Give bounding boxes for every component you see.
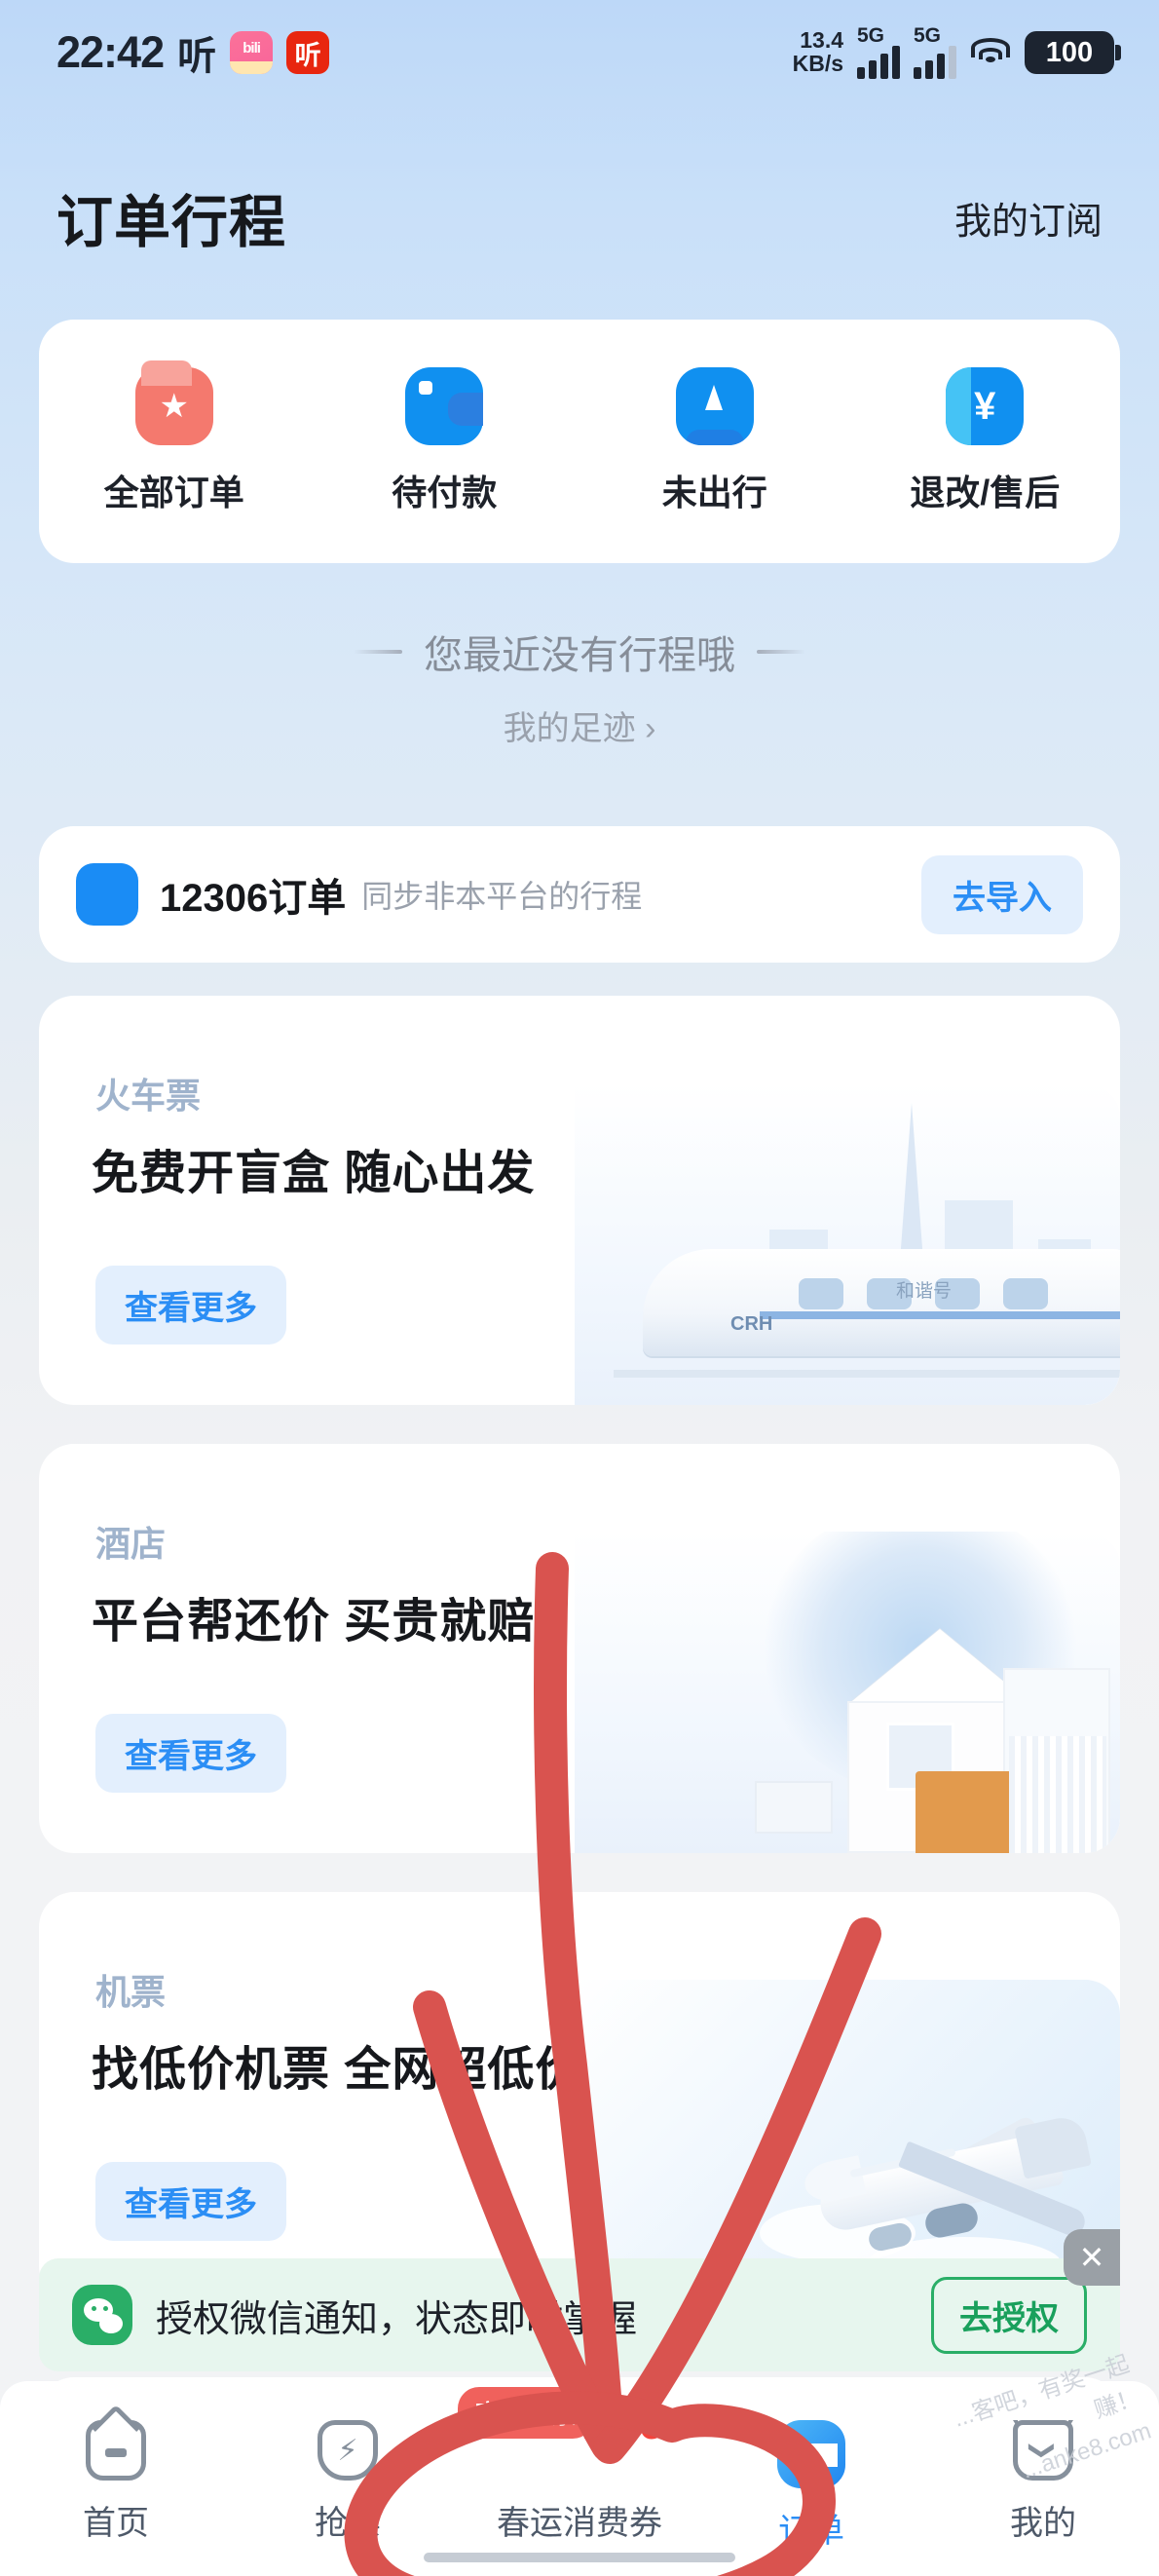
tab-orders[interactable]: 订单 (695, 2420, 927, 2552)
network-speed-unit: KB/s (792, 51, 843, 76)
promo-headline: 找低价机票 全网超低价 (92, 2044, 583, 2096)
status-time: 22:42 (56, 27, 165, 77)
empty-trip-state: 您最近没有行程哦 我的足迹 › (0, 624, 1159, 749)
wallet-icon (405, 367, 484, 445)
train-shape: CRH 和谐号 (643, 1249, 1120, 1356)
import-subtitle: 同步非本平台的行程 (361, 879, 643, 914)
my-footprints-label: 我的足迹 (503, 710, 636, 747)
status-bar-left: 22:42 听 bili 听 (56, 24, 330, 81)
my-footprints-link[interactable]: 我的足迹 › (0, 701, 1159, 749)
sim1-signal: 5G (857, 24, 900, 79)
airplane-shape (779, 2113, 1101, 2262)
wechat-authorize-button[interactable]: 去授权 (931, 2276, 1087, 2354)
divider-left (354, 650, 402, 654)
quick-action-label: 未出行 (661, 473, 767, 512)
wechat-icon (72, 2285, 132, 2345)
flight-illustration (575, 1980, 1120, 2301)
promo-more-button[interactable]: 查看更多 (95, 1714, 286, 1793)
home-indicator (424, 2553, 735, 2562)
status-bar: 22:42 听 bili 听 13.4 KB/s 5G 5G 100 (0, 0, 1159, 105)
grab-ticket-badge: 高速抢票 (458, 2387, 595, 2439)
battery-indicator: 100 (1025, 31, 1121, 74)
chevron-right-icon: › (645, 710, 656, 747)
lightning-ticket-icon (318, 2420, 378, 2481)
tab-label: 订单 (778, 2513, 844, 2550)
wifi-icon (970, 36, 1011, 69)
promo-more-button[interactable]: 查看更多 (95, 1266, 286, 1345)
signal-bars-icon (857, 46, 900, 79)
sim1-network-label: 5G (857, 24, 885, 47)
listening-glyph: 听 (177, 35, 217, 78)
yen-refund-icon: ¥ (946, 367, 1025, 445)
tab-mine[interactable]: 我的 (927, 2420, 1159, 2544)
empty-state-row: 您最近没有行程哦 (0, 624, 1159, 680)
home-icon (86, 2420, 146, 2481)
promo-card-flight[interactable]: 机票 找低价机票 全网超低价 查看更多 (39, 1892, 1120, 2301)
promo-kicker: 酒店 (95, 1524, 167, 1564)
ting-app-icon: 听 (286, 31, 330, 74)
quick-action-label: 全部订单 (103, 473, 244, 512)
page-title-text: 订单行程 (56, 191, 287, 254)
tab-label: 春运消费券 (497, 2505, 662, 2542)
promo-headline: 平台帮还价 买贵就赔 (92, 1596, 536, 1648)
import-12306-row[interactable]: 12306订单 同步非本平台的行程 去导入 (39, 826, 1120, 963)
promo-more-button[interactable]: 查看更多 (95, 2162, 286, 2241)
quick-action-all-orders[interactable]: 全部订单 (39, 360, 310, 515)
sim2-network-label: 5G (914, 24, 942, 47)
user-avatar-icon (76, 863, 138, 926)
import-title: 12306订单 (160, 877, 347, 920)
page-title: 订单行程 (53, 176, 287, 262)
tab-home[interactable]: 首页 (0, 2420, 232, 2544)
promo-kicker: 火车票 (95, 1076, 202, 1116)
promo-card-hotel[interactable]: 酒店 平台帮还价 买贵就赔 查看更多 (39, 1444, 1120, 1853)
network-speed: 13.4 KB/s (792, 27, 843, 76)
train-crh-label: CRH (730, 1313, 773, 1335)
quick-action-label: 退改/售后 (910, 473, 1061, 512)
folder-star-icon (134, 360, 213, 445)
quick-action-label: 待付款 (392, 473, 498, 512)
quick-action-refund-aftersales[interactable]: ¥ 退改/售后 (850, 367, 1121, 515)
tab-grab-ticket[interactable]: 抢票 (232, 2420, 464, 2544)
order-icon (777, 2420, 845, 2488)
quick-action-not-traveled[interactable]: 未出行 (580, 367, 850, 515)
bottom-tab-bar: 首页 抢票 高速抢票 ¥100 春运消费券 订单 我的 (0, 2381, 1159, 2576)
empty-state-text: 您最近没有行程哦 (424, 634, 735, 677)
promo-headline: 免费开盲盒 随心出发 (92, 1148, 536, 1199)
signal-bars-icon (914, 46, 956, 79)
quick-actions-card: 全部订单 待付款 未出行 ¥ 退改/售后 (39, 320, 1120, 563)
profile-icon (1013, 2420, 1073, 2481)
tab-label: 我的 (1010, 2505, 1076, 2542)
promo-card-train[interactable]: CRH 和谐号 火车票 免费开盲盒 随心出发 查看更多 (39, 996, 1120, 1405)
tab-label: 首页 (83, 2505, 149, 2542)
network-speed-value: 13.4 (800, 27, 843, 54)
import-button[interactable]: 去导入 (921, 854, 1083, 934)
tab-label: 抢票 (315, 2505, 381, 2542)
wechat-authorization-banner[interactable]: 授权微信通知，状态即时掌握 去授权 ✕ (39, 2229, 1120, 2371)
bilibili-app-icon: bili (230, 31, 274, 74)
page-header: 订单行程 我的订阅 (0, 164, 1159, 271)
my-subscription-link[interactable]: 我的订阅 (954, 191, 1103, 245)
divider-right (757, 650, 805, 654)
status-bar-right: 13.4 KB/s 5G 5G 100 (792, 24, 1121, 79)
promo-kicker: 机票 (95, 1972, 167, 2012)
tab-spring-coupon[interactable]: 高速抢票 ¥100 春运消费券 (458, 2387, 695, 2544)
close-icon[interactable]: ✕ (1064, 2229, 1120, 2286)
sim2-signal: 5G (914, 24, 956, 79)
avatar-shape (76, 863, 138, 926)
train-name-label: 和谐号 (896, 1281, 953, 1302)
app-screen: 22:42 听 bili 听 13.4 KB/s 5G 5G 100 订单行程 … (0, 0, 1159, 2576)
train-illustration: CRH 和谐号 (575, 1083, 1120, 1405)
quick-action-pending-payment[interactable]: 待付款 (310, 367, 580, 515)
send-icon (675, 367, 754, 445)
hotel-illustration (575, 1532, 1120, 1853)
wechat-banner-text: 授权微信通知，状态即时掌握 (156, 2298, 638, 2340)
